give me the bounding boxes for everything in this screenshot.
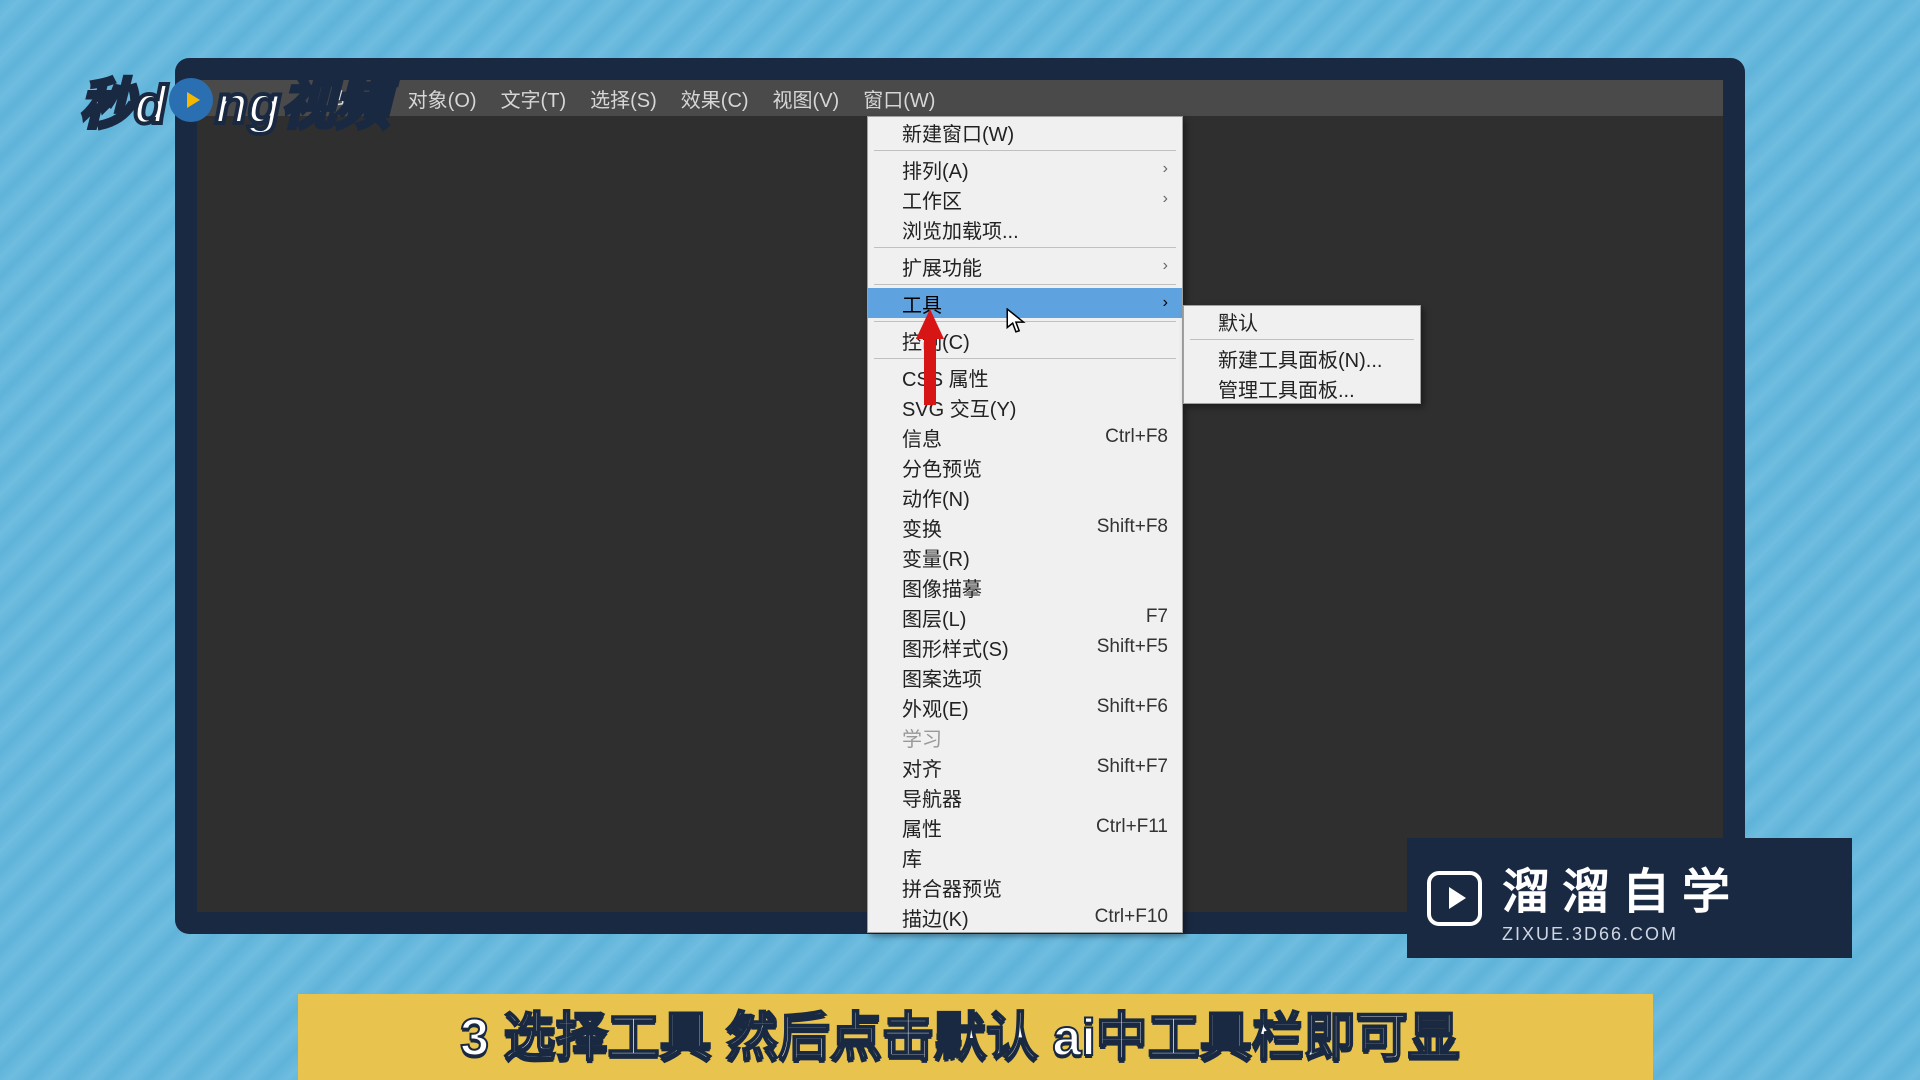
menuitem-graphic-styles[interactable]: 图形样式(S)Shift+F5: [868, 632, 1182, 662]
play-icon: [169, 78, 213, 122]
window-dropdown: 新建窗口(W) 排列(A) › 工作区 › 浏览加载项... 扩展功能 › 工具: [867, 116, 1183, 933]
chevron-right-icon: ›: [1163, 294, 1168, 312]
menuitem-extensions[interactable]: 扩展功能 ›: [868, 251, 1182, 281]
menuitem-tools[interactable]: 工具 ›: [868, 288, 1182, 318]
menuitem-browse-addons[interactable]: 浏览加载项...: [868, 214, 1182, 244]
chevron-right-icon: ›: [1163, 190, 1168, 208]
play-icon: [1427, 871, 1482, 926]
menu-separator: [874, 150, 1176, 151]
menu-separator: [874, 321, 1176, 322]
menuitem-variables[interactable]: 变量(R): [868, 542, 1182, 572]
chevron-right-icon: ›: [1163, 160, 1168, 178]
watermark-text-part1: 秒d: [80, 60, 167, 139]
chevron-right-icon: ›: [1163, 257, 1168, 275]
menuitem-transform[interactable]: 变换Shift+F8: [868, 512, 1182, 542]
monitor-frame: 辑(E) 对象(O) 文字(T) 选择(S) 效果(C) 视图(V) 窗口(W)…: [175, 58, 1745, 934]
tools-submenu: 默认 新建工具面板(N)... 管理工具面板...: [1183, 305, 1421, 404]
menu-effect[interactable]: 效果(C): [681, 84, 749, 113]
menu-separator: [874, 247, 1176, 248]
menu-separator: [874, 358, 1176, 359]
application-menubar: 辑(E) 对象(O) 文字(T) 选择(S) 效果(C) 视图(V) 窗口(W): [197, 80, 1723, 116]
menuitem-arrange[interactable]: 排列(A) ›: [868, 154, 1182, 184]
menuitem-navigator[interactable]: 导航器: [868, 782, 1182, 812]
menuitem-actions[interactable]: 动作(N): [868, 482, 1182, 512]
submenu-manage-tools-panel[interactable]: 管理工具面板...: [1184, 373, 1420, 403]
menuitem-libraries[interactable]: 库: [868, 842, 1182, 872]
menuitem-flattener-preview[interactable]: 拼合器预览: [868, 872, 1182, 902]
brand-title: 溜溜自学: [1502, 852, 1742, 922]
watermark-logo: 秒d ng视频: [80, 60, 389, 139]
subtitle-bar: [298, 994, 1653, 1080]
menuitem-learn: 学习: [868, 722, 1182, 752]
brand-domain: ZIXUE.3D66.COM: [1502, 924, 1742, 945]
menuitem-stroke[interactable]: 描边(K)Ctrl+F10: [868, 902, 1182, 932]
menu-select[interactable]: 选择(S): [590, 84, 657, 113]
menuitem-css-properties[interactable]: CSS 属性: [868, 362, 1182, 392]
menuitem-image-trace[interactable]: 图像描摹: [868, 572, 1182, 602]
watermark-text-part2: ng视频: [215, 60, 389, 139]
menuitem-appearance[interactable]: 外观(E)Shift+F6: [868, 692, 1182, 722]
menuitem-align[interactable]: 对齐Shift+F7: [868, 752, 1182, 782]
menuitem-attributes[interactable]: 属性Ctrl+F11: [868, 812, 1182, 842]
submenu-default[interactable]: 默认: [1184, 306, 1420, 336]
menu-object[interactable]: 对象(O): [408, 84, 477, 113]
menuitem-layers[interactable]: 图层(L)F7: [868, 602, 1182, 632]
menu-separator: [874, 284, 1176, 285]
menu-type[interactable]: 文字(T): [501, 84, 567, 113]
menuitem-separations-preview[interactable]: 分色预览: [868, 452, 1182, 482]
menu-separator: [1190, 339, 1414, 340]
menuitem-control[interactable]: 控制(C): [868, 325, 1182, 355]
submenu-new-tools-panel[interactable]: 新建工具面板(N)...: [1184, 343, 1420, 373]
menu-window[interactable]: 窗口(W): [863, 84, 935, 113]
menuitem-workspace[interactable]: 工作区 ›: [868, 184, 1182, 214]
menuitem-info[interactable]: 信息Ctrl+F8: [868, 422, 1182, 452]
menuitem-new-window[interactable]: 新建窗口(W): [868, 117, 1182, 147]
brand-box: 溜溜自学 ZIXUE.3D66.COM: [1407, 838, 1852, 958]
menu-view[interactable]: 视图(V): [773, 84, 840, 113]
menuitem-pattern-options[interactable]: 图案选项: [868, 662, 1182, 692]
menuitem-svg-interactivity[interactable]: SVG 交互(Y): [868, 392, 1182, 422]
